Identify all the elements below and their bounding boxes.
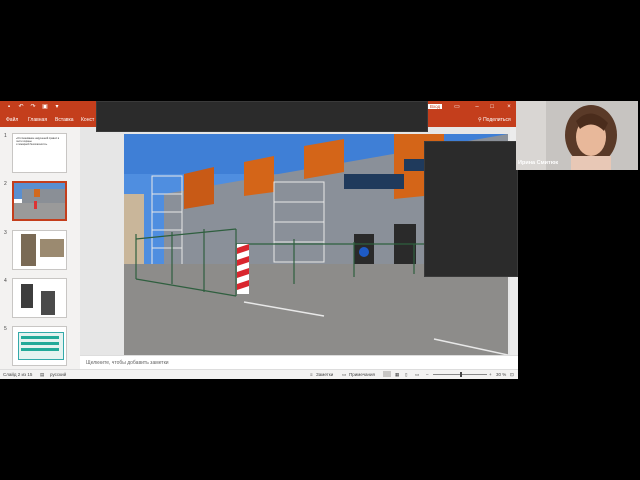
- thumbnail-slide-4[interactable]: [12, 278, 67, 318]
- share-label: Поделиться: [483, 117, 511, 123]
- tab-insert[interactable]: Вставка: [55, 117, 74, 123]
- fit-to-window-icon[interactable]: ⊡: [510, 372, 514, 378]
- overlay-panel-top: [96, 101, 428, 132]
- thumbnail-title: «Отслеживание нарушений правил в части о…: [13, 134, 66, 149]
- thumbnail-slide-1[interactable]: «Отслеживание нарушений правил в части о…: [12, 133, 67, 173]
- close-icon[interactable]: ×: [506, 104, 512, 110]
- zoom-out-icon[interactable]: –: [426, 372, 429, 377]
- customize-icon[interactable]: ▾: [54, 104, 60, 110]
- slide-counter: Слайд 2 из 15: [3, 372, 33, 377]
- undo-icon[interactable]: ↶: [18, 104, 24, 110]
- save-icon[interactable]: ▪: [6, 104, 12, 110]
- person-icon: ⚲: [478, 117, 482, 123]
- thumbnail-number: 1: [4, 133, 7, 139]
- language-label[interactable]: русский: [50, 372, 66, 377]
- tab-home[interactable]: Главная: [28, 117, 47, 123]
- comments-icon: ▭: [342, 372, 347, 377]
- thumbnail-number: 5: [4, 326, 7, 332]
- zoom-slider-thumb[interactable]: [460, 372, 462, 377]
- spellcheck-icon[interactable]: ▤: [40, 372, 44, 378]
- slideshow-icon[interactable]: ▣: [42, 104, 48, 110]
- share-button[interactable]: ⚲ Поделиться: [478, 117, 511, 123]
- thumbnail-number: 3: [4, 230, 7, 236]
- ribbon-options-icon[interactable]: ▭: [454, 104, 460, 110]
- slide-thumbnails-pane: 1 «Отслеживание нарушений правил в части…: [0, 127, 80, 369]
- redo-icon[interactable]: ↷: [30, 104, 36, 110]
- slideshow-view-icon[interactable]: ▭: [415, 372, 419, 378]
- thumbnail-slide-5[interactable]: [12, 326, 67, 366]
- zoom-in-icon[interactable]: +: [489, 372, 492, 377]
- powerpoint-window: ▪ ↶ ↷ ▣ ▾ Вход ▭ – □ × Файл Главная Вста…: [0, 101, 518, 379]
- thumbnail-number: 4: [4, 278, 7, 284]
- normal-view-icon[interactable]: [383, 371, 391, 377]
- zoom-level[interactable]: 30 %: [496, 372, 506, 377]
- notes-pane[interactable]: Щелкните, чтобы добавить заметки: [80, 355, 518, 370]
- overlay-panel-right: [424, 141, 518, 277]
- notes-button[interactable]: Заметки: [316, 372, 333, 377]
- participant-name: Ирина Смитюк: [518, 160, 559, 166]
- thumbnail-number: 2: [4, 181, 7, 187]
- comments-button[interactable]: Примечания: [349, 372, 375, 377]
- tab-file[interactable]: Файл: [6, 117, 18, 123]
- notes-icon: ≡: [310, 372, 313, 377]
- tab-design[interactable]: Конст: [81, 117, 94, 123]
- reading-view-icon[interactable]: ▯: [405, 372, 407, 378]
- login-button[interactable]: Вход: [428, 104, 443, 109]
- thumbnail-slide-3[interactable]: [12, 230, 67, 270]
- maximize-icon[interactable]: □: [489, 104, 495, 110]
- minimize-icon[interactable]: –: [474, 104, 480, 110]
- thumbnail-title-line-2: и пожарной безопасности»: [16, 143, 48, 146]
- thumbnail-slide-2[interactable]: [12, 181, 67, 221]
- slide-sorter-icon[interactable]: ▦: [395, 372, 399, 378]
- status-bar: Слайд 2 из 15 ▤ русский ≡ Заметки ▭ Прим…: [0, 369, 518, 379]
- notes-placeholder: Щелкните, чтобы добавить заметки: [86, 360, 169, 366]
